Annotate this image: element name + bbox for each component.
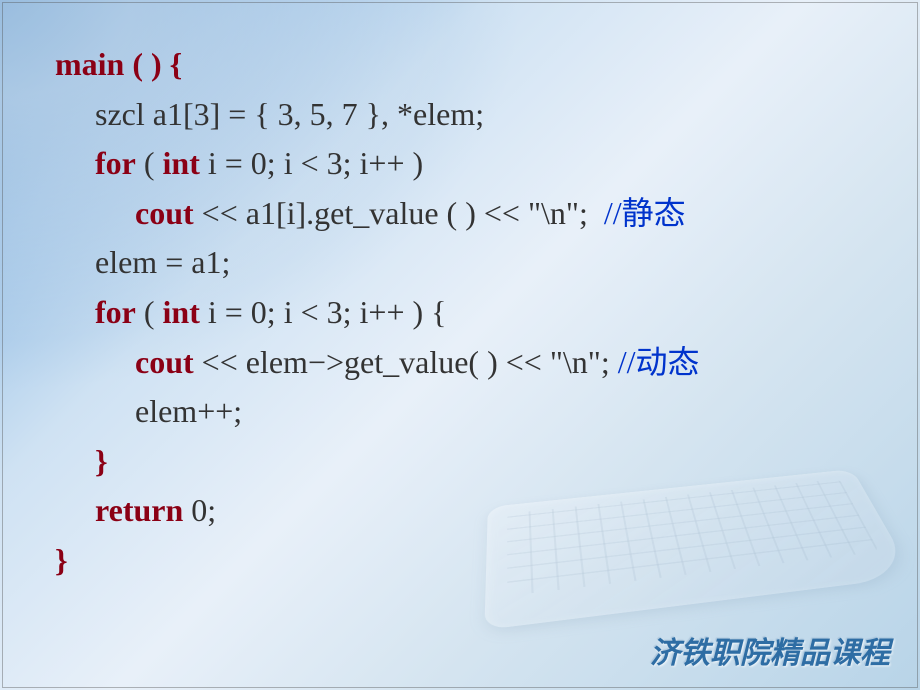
code-line-10: return 0; (55, 486, 700, 536)
code-text: i = 0; i < 3; i++ ) (200, 145, 423, 181)
keyword-cout: cout (135, 344, 194, 380)
keyword-cout: cout (135, 195, 194, 231)
keyword-for: for (95, 145, 136, 181)
comment-dynamic: //动态 (618, 344, 700, 380)
code-line-2: szcl a1[3] = { 3, 5, 7 }, *elem; (55, 90, 700, 140)
code-line-9: } (55, 437, 700, 487)
brace-close: } (95, 443, 108, 479)
footer-text: 济铁职院精品课程 (650, 628, 890, 672)
keyword-main: main (55, 46, 124, 82)
keyword-int: int (163, 294, 200, 330)
code-text: << elem−>get_value( ) << "\n"; (194, 344, 618, 380)
code-text: << a1[i].get_value ( ) << "\n"; (194, 195, 604, 231)
code-line-1: main ( ) { (55, 40, 700, 90)
brace-close: } (55, 542, 68, 578)
code-line-4: cout << a1[i].get_value ( ) << "\n"; //静… (55, 189, 700, 239)
code-text: 0; (183, 492, 216, 528)
code-line-3: for ( int i = 0; i < 3; i++ ) (55, 139, 700, 189)
code-line-11: } (55, 536, 700, 586)
code-text: ( ) { (124, 46, 182, 82)
code-text: elem++; (135, 393, 242, 429)
comment-static: //静态 (604, 195, 686, 231)
keyword-for: for (95, 294, 136, 330)
code-line-6: for ( int i = 0; i < 3; i++ ) { (55, 288, 700, 338)
keyword-int: int (163, 145, 200, 181)
code-text: ( (136, 294, 163, 330)
code-text: szcl a1[3] = { 3, 5, 7 }, *elem; (95, 96, 484, 132)
code-snippet: main ( ) { szcl a1[3] = { 3, 5, 7 }, *el… (55, 40, 700, 586)
code-text: ( (136, 145, 163, 181)
code-line-5: elem = a1; (55, 238, 700, 288)
keyword-return: return (95, 492, 183, 528)
code-line-7: cout << elem−>get_value( ) << "\n"; //动态 (55, 338, 700, 388)
code-line-8: elem++; (55, 387, 700, 437)
code-text: elem = a1; (95, 244, 230, 280)
code-text: i = 0; i < 3; i++ ) { (200, 294, 447, 330)
